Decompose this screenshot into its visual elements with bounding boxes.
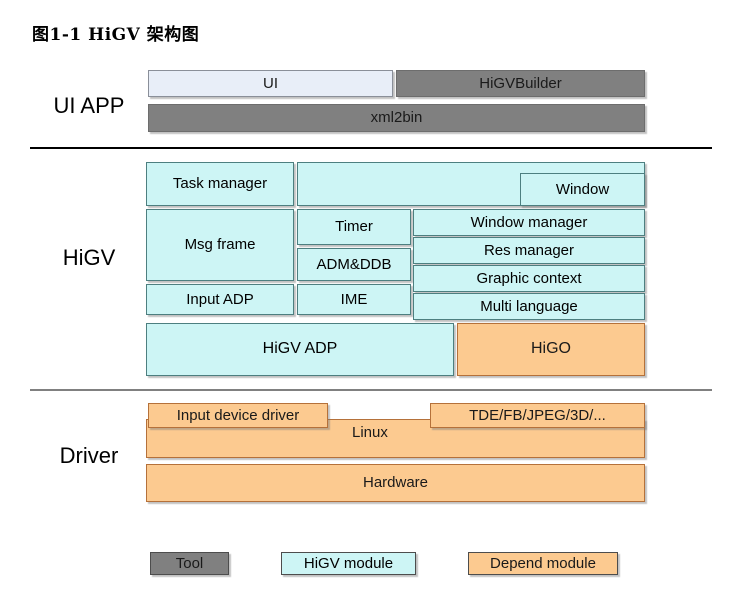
block-input-device-driver[interactable]: Input device driver	[148, 403, 328, 428]
legend-item-depend-module[interactable]: Depend module	[468, 552, 618, 575]
block-msg-frame[interactable]: Msg frame	[146, 209, 294, 281]
block-multi-language[interactable]: Multi language	[413, 293, 645, 320]
block-hardware[interactable]: Hardware	[146, 464, 645, 502]
block-adm-ddb[interactable]: ADM&DDB	[297, 248, 411, 281]
block-tde-fb-jpeg-3d[interactable]: TDE/FB/JPEG/3D/...	[430, 403, 645, 428]
layer-label-driver: Driver	[59, 443, 119, 468]
block-graphic-context[interactable]: Graphic context	[413, 265, 645, 292]
block-ime[interactable]: IME	[297, 284, 411, 315]
block-higv-adp[interactable]: HiGV ADP	[146, 323, 454, 376]
block-res-manager[interactable]: Res manager	[413, 237, 645, 264]
figure-title: 图1-1 HiGV 架构图	[32, 25, 200, 45]
block-window[interactable]: Window	[520, 173, 645, 206]
block-window-manager[interactable]: Window manager	[413, 209, 645, 236]
legend-item-tool[interactable]: Tool	[150, 552, 229, 575]
block-timer[interactable]: Timer	[297, 209, 411, 245]
block-higo[interactable]: HiGO	[457, 323, 645, 376]
divider-higv-driver	[30, 389, 712, 391]
block-task-manager[interactable]: Task manager	[146, 162, 294, 206]
block-linux-label: Linux	[352, 424, 388, 441]
layer-label-higv: HiGV	[62, 245, 116, 270]
legend-item-higv-module[interactable]: HiGV module	[281, 552, 416, 575]
block-higv-builder[interactable]: HiGVBuilder	[396, 70, 645, 97]
block-xml2bin[interactable]: xml2bin	[148, 104, 645, 132]
architecture-diagram: 图1-1 HiGV 架构图 UI APP HiGV Driver UI HiGV…	[0, 0, 743, 608]
divider-ui-app-higv	[30, 147, 712, 149]
block-ui[interactable]: UI	[148, 70, 393, 97]
layer-label-ui-app: UI APP	[53, 93, 125, 118]
block-input-adp[interactable]: Input ADP	[146, 284, 294, 315]
